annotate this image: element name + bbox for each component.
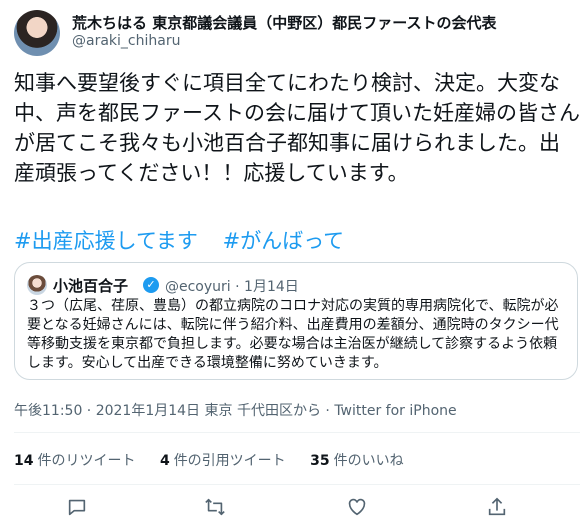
share-icon[interactable] (486, 496, 508, 518)
hashtag-link[interactable]: #がんばって (223, 229, 345, 253)
tweet-text: 知事へ要望後すぐに項目全てにわたり検討、決定。大変な中、声を都民ファーストの会に… (14, 71, 580, 185)
divider (14, 432, 580, 433)
verified-badge-icon: ✓ (143, 277, 159, 293)
quoted-avatar[interactable] (27, 275, 47, 295)
reply-icon[interactable] (66, 496, 88, 518)
hashtag-link[interactable]: #出産応援してます (14, 229, 198, 253)
quoted-date[interactable]: · 1月14日 (235, 279, 299, 295)
quoted-author-handle: @ecoyuri · 1月14日 (165, 276, 299, 296)
quoted-handle[interactable]: @ecoyuri (165, 279, 231, 295)
likes-stat[interactable]: 35 件のいいね (310, 450, 403, 470)
tweet-source[interactable]: Twitter for iPhone (334, 403, 456, 419)
author-avatar[interactable] (14, 10, 60, 56)
tweet-meta: 午後11:50 · 2021年1月14日 東京 千代田区から · Twitter… (14, 400, 457, 420)
divider (14, 484, 580, 485)
meta-separator: · (320, 403, 335, 419)
tweet-timestamp[interactable]: 午後11:50 · 2021年1月14日 (14, 403, 200, 419)
quote-tweets-stat[interactable]: 4 件の引用ツイート (160, 450, 286, 470)
quoted-tweet[interactable]: 小池百合子 ✓ @ecoyuri · 1月14日 ３つ（広尾、荏原、豊島）の都立… (14, 262, 578, 380)
tweet: 荒木ちはる 東京都議会議員（中野区）都民ファーストの会代表 @araki_chi… (0, 0, 588, 524)
quoted-text: ３つ（広尾、荏原、豊島）の都立病院のコロナ対応の実質的専用病院化で、転院が必要と… (27, 298, 559, 371)
retweet-icon[interactable] (204, 496, 226, 518)
author-name[interactable]: 荒木ちはる 東京都議会議員（中野区）都民ファーストの会代表 (72, 12, 496, 33)
author-handle[interactable]: @araki_chiharu (72, 33, 180, 49)
tweet-actions (14, 496, 580, 520)
tweet-stats: 14 件のリツイート 4 件の引用ツイート 35 件のいいね (14, 450, 424, 470)
hashtags: #出産応援してます #がんばって (14, 226, 362, 256)
location-label: 東京 千代田区から (204, 403, 321, 419)
like-icon[interactable] (346, 496, 368, 518)
quoted-author-name[interactable]: 小池百合子 (53, 275, 128, 296)
retweets-stat[interactable]: 14 件のリツイート (14, 450, 135, 470)
